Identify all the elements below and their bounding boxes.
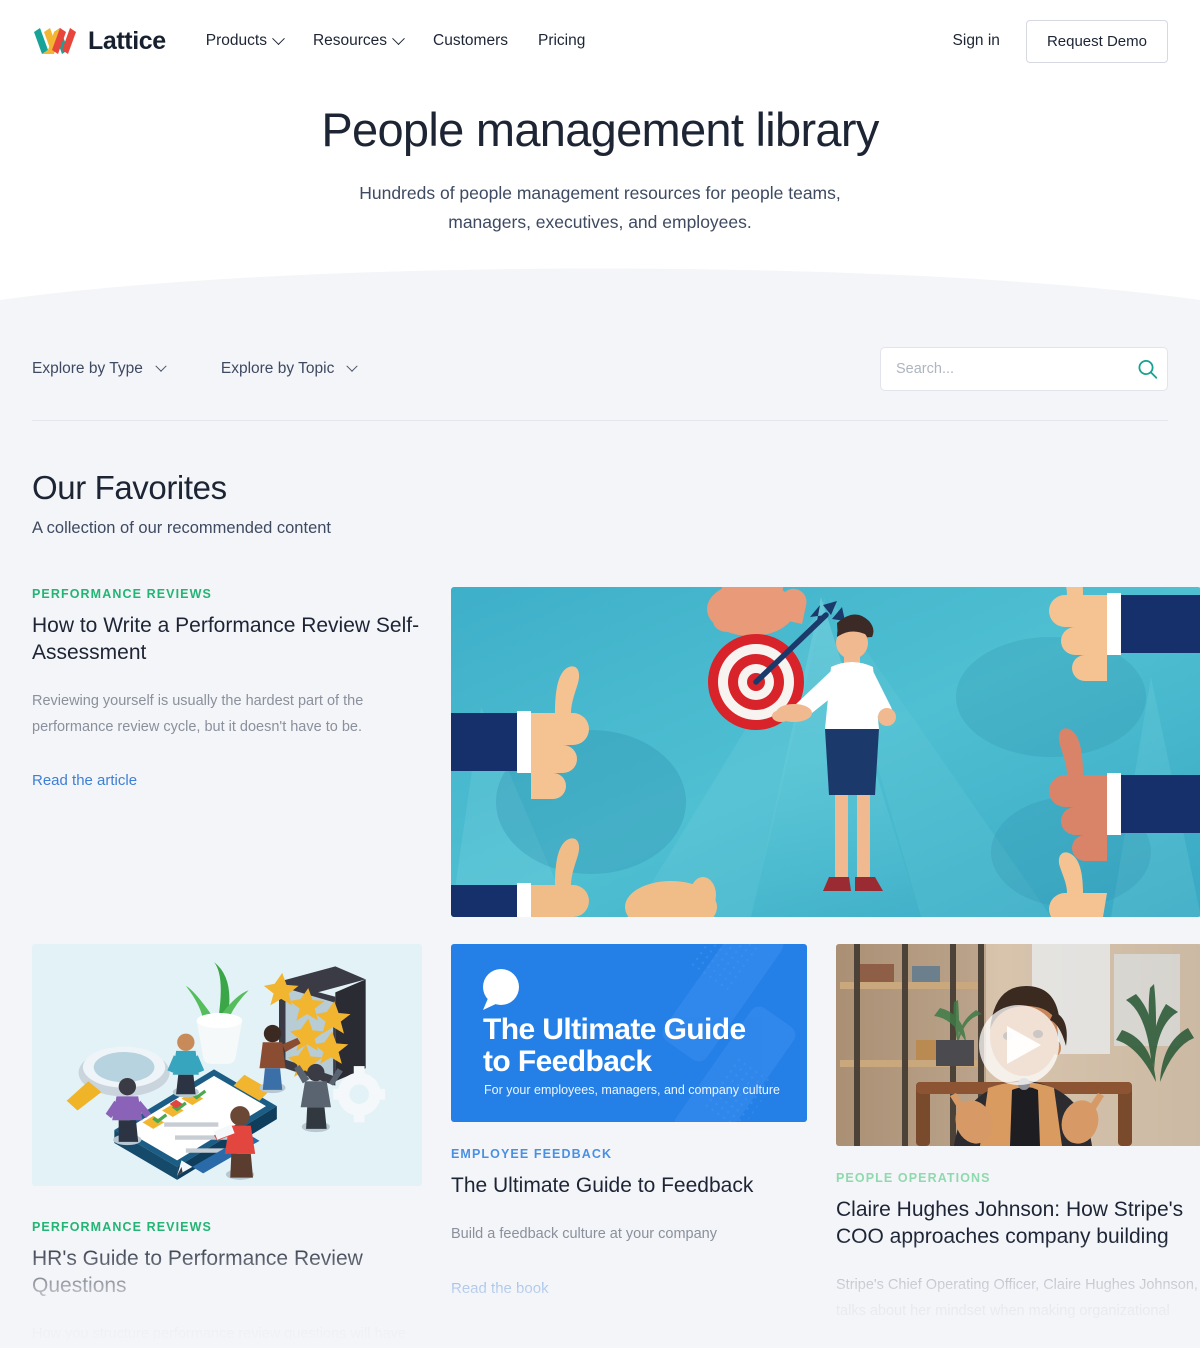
card-eyebrow: PERFORMANCE REVIEWS bbox=[32, 1220, 212, 1235]
hero-section: People management library Hundreds of pe… bbox=[0, 82, 1200, 317]
nav-item-label: Resources bbox=[312, 32, 388, 49]
chevron-down-icon bbox=[272, 31, 285, 45]
card-title: How to Write a Performance Review Self-A… bbox=[32, 614, 420, 665]
cover-subtitle: For your employees, managers, and compan… bbox=[484, 1083, 780, 1097]
our-favorites-section: Our Favorites A collection of our recomm… bbox=[0, 421, 1200, 1348]
nav-item-products[interactable]: Products bbox=[205, 31, 285, 50]
nav-item-label: Pricing bbox=[537, 32, 586, 49]
card-description: How you structure performance review que… bbox=[32, 1325, 406, 1342]
read-the-book-link[interactable]: Read the book bbox=[451, 1280, 549, 1297]
video-card[interactable]: PEOPLE OPERATIONS Claire Hughes Johnson:… bbox=[836, 944, 1200, 1348]
sign-in-link[interactable]: Sign in bbox=[953, 32, 1000, 50]
featured-article-image-cell[interactable] bbox=[451, 587, 1200, 918]
page-title: People management library bbox=[321, 103, 879, 156]
nav-item-pricing[interactable]: Pricing bbox=[538, 32, 585, 50]
nav-item-customers[interactable]: Customers bbox=[433, 32, 508, 50]
filter-label: Explore by Topic bbox=[220, 360, 335, 378]
card-title: HR's Guide to Performance Review Questio… bbox=[32, 1247, 363, 1298]
claire-hughes-johnson-video-thumbnail[interactable] bbox=[836, 944, 1200, 1147]
section-subtitle: A collection of our recommended content bbox=[32, 519, 332, 538]
nav-item-label: Products bbox=[205, 32, 267, 49]
card-eyebrow: EMPLOYEE FEEDBACK bbox=[451, 1147, 613, 1162]
search-container bbox=[880, 347, 1168, 392]
isometric-review-illustration bbox=[32, 944, 422, 1187]
card-eyebrow: PERFORMANCE REVIEWS bbox=[32, 587, 212, 602]
search-button[interactable] bbox=[1137, 359, 1158, 380]
feedback-book-card[interactable]: The Ultimate Guide to Feedback For your … bbox=[451, 944, 807, 1348]
search-input[interactable] bbox=[880, 347, 1168, 392]
header-actions: Sign in Request Demo bbox=[953, 19, 1168, 63]
page-body: Explore by Type Explore by Topic Our Fav… bbox=[0, 316, 1200, 1348]
page-subtitle: Hundreds of people management resources … bbox=[359, 183, 841, 232]
section-title: Our Favorites bbox=[32, 469, 227, 507]
hero-curve-divider bbox=[0, 268, 1200, 317]
search-icon bbox=[1138, 360, 1158, 379]
card-title: Claire Hughes Johnson: How Stripe's COO … bbox=[836, 1198, 1184, 1249]
filter-label: Explore by Type bbox=[32, 360, 143, 378]
hr-guide-card[interactable]: PERFORMANCE REVIEWS HR's Guide to Perfor… bbox=[32, 944, 422, 1348]
explore-by-type-dropdown[interactable]: Explore by Type bbox=[32, 360, 167, 378]
lattice-logo-icon bbox=[32, 26, 78, 56]
favorites-row-secondary: PERFORMANCE REVIEWS HR's Guide to Perfor… bbox=[32, 944, 1200, 1348]
explore-by-topic-dropdown[interactable]: Explore by Topic bbox=[220, 360, 358, 378]
chevron-down-icon bbox=[155, 360, 167, 372]
feedback-book-cover: The Ultimate Guide to Feedback For your … bbox=[451, 944, 807, 1123]
nav-item-label: Customers bbox=[433, 32, 508, 49]
favorites-row-featured: PERFORMANCE REVIEWS How to Write a Perfo… bbox=[32, 587, 1200, 918]
card-title: The Ultimate Guide to Feedback bbox=[451, 1174, 754, 1198]
thumbs-up-target-illustration bbox=[451, 587, 1200, 918]
main-nav: Products Resources Customers Pricing bbox=[205, 31, 585, 50]
brand-name: Lattice bbox=[88, 26, 166, 55]
filter-bar: Explore by Type Explore by Topic bbox=[0, 316, 1200, 404]
filter-group: Explore by Type Explore by Topic bbox=[32, 360, 358, 378]
card-description: Reviewing yourself is usually the hardes… bbox=[32, 692, 364, 735]
card-eyebrow: PEOPLE OPERATIONS bbox=[836, 1171, 991, 1186]
nav-item-resources[interactable]: Resources bbox=[312, 31, 405, 50]
chevron-down-icon bbox=[392, 31, 405, 45]
site-header: Lattice Products Resources Customers Pri… bbox=[0, 0, 1200, 82]
cover-title-line2: to Feedback bbox=[483, 1045, 652, 1078]
play-button-icon bbox=[979, 1005, 1059, 1086]
chevron-down-icon bbox=[346, 360, 358, 372]
request-demo-button[interactable]: Request Demo bbox=[1025, 19, 1168, 63]
read-the-article-link[interactable]: Read the article bbox=[32, 772, 137, 789]
card-description: Build a feedback culture at your company bbox=[451, 1226, 717, 1243]
brand-logo-link[interactable]: Lattice bbox=[32, 26, 166, 56]
cover-title-line1: The Ultimate Guide bbox=[483, 1013, 746, 1046]
featured-article-card[interactable]: PERFORMANCE REVIEWS How to Write a Perfo… bbox=[32, 587, 422, 917]
